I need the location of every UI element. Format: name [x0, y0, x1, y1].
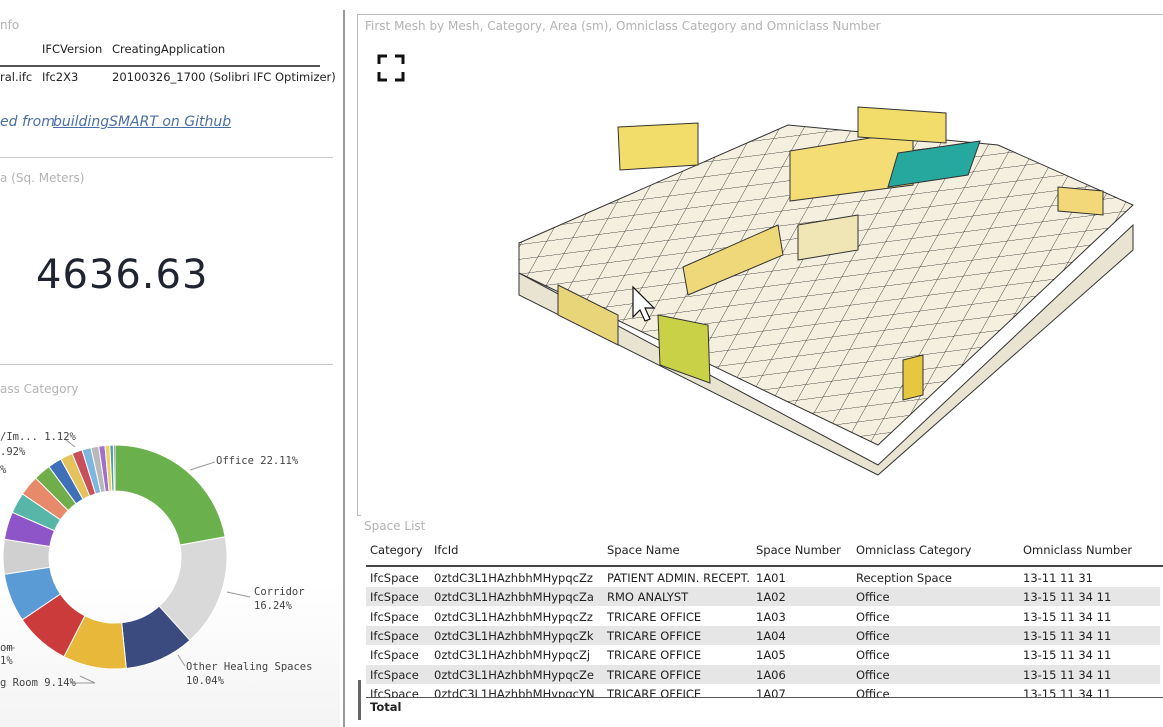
table-cell: 13-15 11 34 11	[1023, 648, 1112, 663]
table-cell: Office	[856, 609, 890, 624]
table-cell: RMO ANALYST	[607, 590, 689, 605]
table-row[interactable]: IfcSpace 0ztdC3L1HAzhbhMHypqcZa RMO ANALYS…	[366, 587, 1160, 607]
table-cell: IfcSpace	[370, 648, 419, 663]
source-caption: ed from	[0, 114, 55, 130]
table-cell: 0ztdC3L1HAzhbhMHypqcZk	[434, 628, 594, 643]
info-title: nfo	[0, 18, 20, 32]
table-row[interactable]: IfcSpace 0ztdC3L1HAzhbhMHypqcZj TRICARE OF…	[366, 645, 1160, 665]
table-cell: 0ztdC3L1HAzhbhMHypqcZz	[434, 571, 593, 585]
total-label: Total	[370, 700, 402, 714]
col-header-space-name[interactable]: Space Name	[607, 543, 680, 557]
col-header-ifcversion: IFCVersion	[42, 42, 103, 56]
col-header-omniclass-number[interactable]: Omniclass Number	[1023, 543, 1132, 557]
label-om: om	[0, 642, 13, 654]
table-cell: 0ztdC3L1HAzhbhMHypqcZz	[434, 609, 593, 624]
mesh-visual[interactable]: First Mesh by Mesh, Category, Area (sm),…	[357, 14, 1163, 516]
cell-file: ral.ifc	[0, 70, 33, 84]
table-row[interactable]: IfcSpace 0ztdC3L1HAzhbhMHypqcZz TRICARE OF…	[366, 606, 1160, 626]
building-mesh-3d[interactable]	[358, 15, 1163, 515]
label-ohs-1: Other Healing Spaces	[186, 661, 313, 673]
table-row[interactable]: IfcSpace 0ztdC3L1HAzhbhMHypqcZz PATIENT AD…	[366, 568, 1160, 587]
kpi-card: a (Sq. Meters) 4636.63	[0, 160, 333, 365]
total-divider	[366, 697, 1163, 698]
table-cell: IfcSpace	[370, 667, 419, 682]
table-cell: Reception Space	[856, 571, 952, 585]
info-panel: nfo IFCVersion CreatingApplication ral.i…	[0, 0, 336, 157]
github-link[interactable]: buildingSMART on Github	[53, 114, 231, 130]
header-divider	[0, 65, 320, 67]
table-cell: IfcSpace	[370, 686, 419, 697]
divider	[0, 157, 333, 158]
table-row[interactable]: IfcSpace 0ztdC3L1HAzhbhMHypqcZe TRICARE OF…	[366, 664, 1160, 684]
table-cell: Office	[856, 628, 890, 643]
table-cell: 13-15 11 34 11	[1023, 590, 1112, 605]
column-divider	[343, 10, 345, 727]
cell-creating-application: 20100326_1700 (Solibri IFC Optimizer)	[112, 70, 336, 84]
table-cell: 0ztdC3L1HAzhbhMHypqcZj	[434, 648, 591, 663]
space-list-title: Space List	[364, 519, 426, 533]
table-cell: TRICARE OFFICE	[607, 686, 702, 697]
label-p92: .92%	[0, 446, 26, 458]
leader-office	[189, 461, 216, 471]
header-divider	[366, 565, 1163, 567]
space-list-panel: Space List Category IfcId Space Name Spa…	[358, 515, 1163, 727]
table-cell: 13-15 11 34 11	[1023, 628, 1112, 643]
table-cell: 0ztdC3L1HAzhbhMHypqcZa	[434, 590, 594, 605]
table-cell: 13-15 11 34 11	[1023, 609, 1112, 624]
table-cell: 1A06	[756, 667, 786, 682]
table-row[interactable]: IfcSpace 0ztdC3L1HAzhbhMHypqcYN TRICARE OF…	[366, 683, 1160, 697]
table-cell: 1A02	[756, 590, 786, 605]
label-corridor-1: Corridor	[254, 586, 305, 598]
cell-ifcversion: Ifc2X3	[42, 70, 79, 84]
label-ohs-2: 10.04%	[186, 675, 224, 687]
label-pct: %	[0, 464, 7, 476]
table-cell: 13-15 11 34 11	[1023, 667, 1112, 682]
table-cell: 0ztdC3L1HAzhbhMHypqcYN	[434, 686, 595, 697]
table-cell: 1A03	[756, 609, 786, 624]
table-cell: Office	[856, 667, 890, 682]
leader-ohs	[177, 654, 186, 667]
table-cell: 1A05	[756, 648, 786, 663]
table-cell: Office	[856, 590, 890, 605]
label-im: /Im... 1.12%	[0, 431, 76, 443]
table-cell: Office	[856, 686, 890, 697]
table-cell: IfcSpace	[370, 590, 419, 605]
label-office: Office 22.11%	[216, 455, 299, 467]
donut-slice[interactable]	[114, 444, 226, 546]
col-header-omniclass-category[interactable]: Omniclass Category	[856, 543, 971, 557]
table-cell: IfcSpace	[370, 609, 419, 624]
table-cell: TRICARE OFFICE	[607, 648, 702, 663]
table-cell: Office	[856, 648, 890, 663]
table-cell: 1A04	[756, 628, 786, 643]
table-row[interactable]: IfcSpace 0ztdC3L1HAzhbhMHypqcZk TRICARE OF…	[366, 625, 1160, 645]
label-room: g Room 9.14%	[0, 677, 76, 689]
table-cell: TRICARE OFFICE	[607, 667, 702, 682]
table-cell: IfcSpace	[370, 571, 419, 585]
table-cell: 13-15 11 34 11	[1023, 686, 1112, 697]
donut-panel: ass Category Office 22.11% Corridor 16.2…	[0, 366, 340, 727]
col-header-ifcid[interactable]: IfcId	[434, 543, 458, 557]
donut-slice[interactable]	[112, 444, 116, 492]
kpi-value: 4636.63	[36, 252, 209, 298]
label-corridor-2: 16.24%	[254, 600, 292, 612]
table-cell: 1A07	[756, 686, 786, 697]
label-pct1: 1%	[0, 655, 13, 667]
table-cell: 1A01	[756, 571, 786, 585]
table-cell: PATIENT ADMIN. RECEPT.	[607, 571, 750, 585]
col-header-creating-application: CreatingApplication	[112, 42, 226, 56]
table-body: IfcSpace 0ztdC3L1HAzhbhMHypqcZz PATIENT AD…	[366, 568, 1163, 697]
kpi-title: a (Sq. Meters)	[0, 171, 85, 185]
vertical-scrollbar[interactable]	[358, 680, 361, 720]
table-cell: 13-11 11 31	[1023, 571, 1093, 585]
divider	[0, 364, 333, 365]
table-cell: TRICARE OFFICE	[607, 609, 702, 624]
table-cell: TRICARE OFFICE	[607, 628, 702, 643]
table-cell: IfcSpace	[370, 628, 419, 643]
col-header-space-number[interactable]: Space Number	[756, 543, 841, 557]
leader-corridor	[226, 591, 251, 598]
table-cell: 0ztdC3L1HAzhbhMHypqcZe	[434, 667, 594, 682]
col-header-category[interactable]: Category	[370, 543, 423, 557]
